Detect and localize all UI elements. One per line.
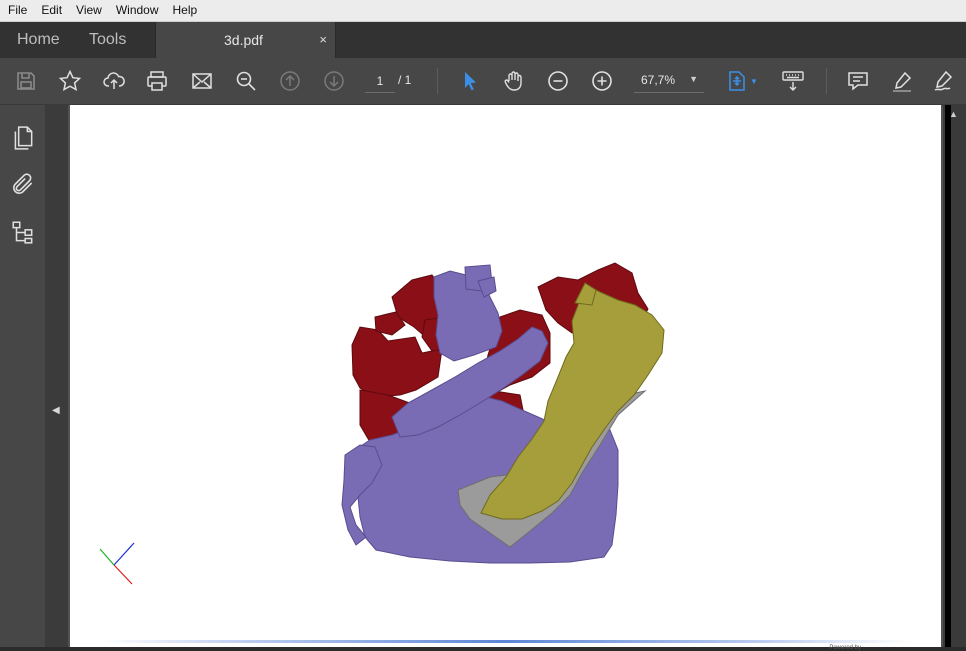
menu-view[interactable]: View	[69, 0, 109, 21]
pdf-page: Powered by	[70, 105, 941, 651]
vertical-scrollbar[interactable]: ▲	[943, 105, 966, 647]
tab-home[interactable]: Home	[17, 22, 60, 58]
attachment-icon[interactable]	[10, 171, 36, 197]
panel-collapse-strip[interactable]: ◀	[46, 105, 68, 647]
zoom-in-icon[interactable]	[590, 69, 614, 93]
toolbar-divider	[437, 68, 438, 94]
menu-edit[interactable]: Edit	[34, 0, 69, 21]
scroll-up-icon[interactable]: ▲	[949, 109, 958, 119]
axis-gizmo	[99, 542, 135, 585]
star-icon[interactable]	[58, 69, 82, 93]
powered-by-text: Powered by	[829, 645, 861, 651]
upload-cloud-icon[interactable]	[102, 69, 126, 93]
save-icon[interactable]	[14, 69, 38, 93]
collapse-arrow-icon[interactable]: ◀	[52, 405, 60, 416]
heart-3d-model[interactable]	[70, 105, 941, 647]
fit-page-icon[interactable]	[725, 69, 749, 93]
chevron-down-icon: ▼	[689, 74, 698, 84]
page-number-input[interactable]	[365, 70, 395, 93]
left-navigation-panel	[0, 105, 46, 647]
menu-bar: File Edit View Window Help	[0, 0, 966, 22]
comment-icon[interactable]	[846, 69, 870, 93]
hand-tool-icon[interactable]	[502, 69, 526, 93]
keyboard-scroll-icon[interactable]	[781, 69, 805, 93]
page-total: / 1	[398, 73, 412, 87]
scroll-track[interactable]	[945, 105, 951, 647]
menu-window[interactable]: Window	[109, 0, 166, 21]
zoom-out-icon[interactable]	[546, 69, 570, 93]
zoom-select[interactable]: 67,7% ▼	[634, 70, 704, 93]
print-icon[interactable]	[145, 69, 169, 93]
document-tab-title: 3d.pdf	[224, 32, 263, 48]
page-footer-line	[100, 640, 911, 643]
page-down-icon[interactable]	[322, 69, 346, 93]
tab-tools[interactable]: Tools	[89, 22, 126, 58]
zoom-search-icon[interactable]	[234, 69, 258, 93]
zoom-value: 67,7%	[641, 73, 676, 87]
toolbar: / 1 67,7% ▼ ▼	[0, 58, 966, 105]
structure-tree-icon[interactable]	[10, 219, 36, 245]
fit-page-chevron-icon[interactable]: ▼	[750, 77, 758, 86]
close-icon[interactable]: ×	[319, 22, 327, 58]
document-viewport: Powered by	[68, 105, 943, 651]
tab-document[interactable]: 3d.pdf ×	[155, 22, 336, 58]
tab-bar: Home Tools 3d.pdf ×	[0, 22, 966, 58]
menu-file[interactable]: File	[0, 0, 34, 21]
acrobat-window: File Edit View Window Help Home Tools 3d…	[0, 0, 966, 651]
select-arrow-icon[interactable]	[458, 69, 482, 93]
sign-icon[interactable]	[932, 69, 956, 93]
toolbar-divider	[826, 68, 827, 94]
page-up-icon[interactable]	[278, 69, 302, 93]
email-icon[interactable]	[190, 69, 214, 93]
highlight-icon[interactable]	[890, 69, 914, 93]
pages-icon[interactable]	[10, 125, 36, 151]
menu-help[interactable]: Help	[166, 0, 205, 21]
